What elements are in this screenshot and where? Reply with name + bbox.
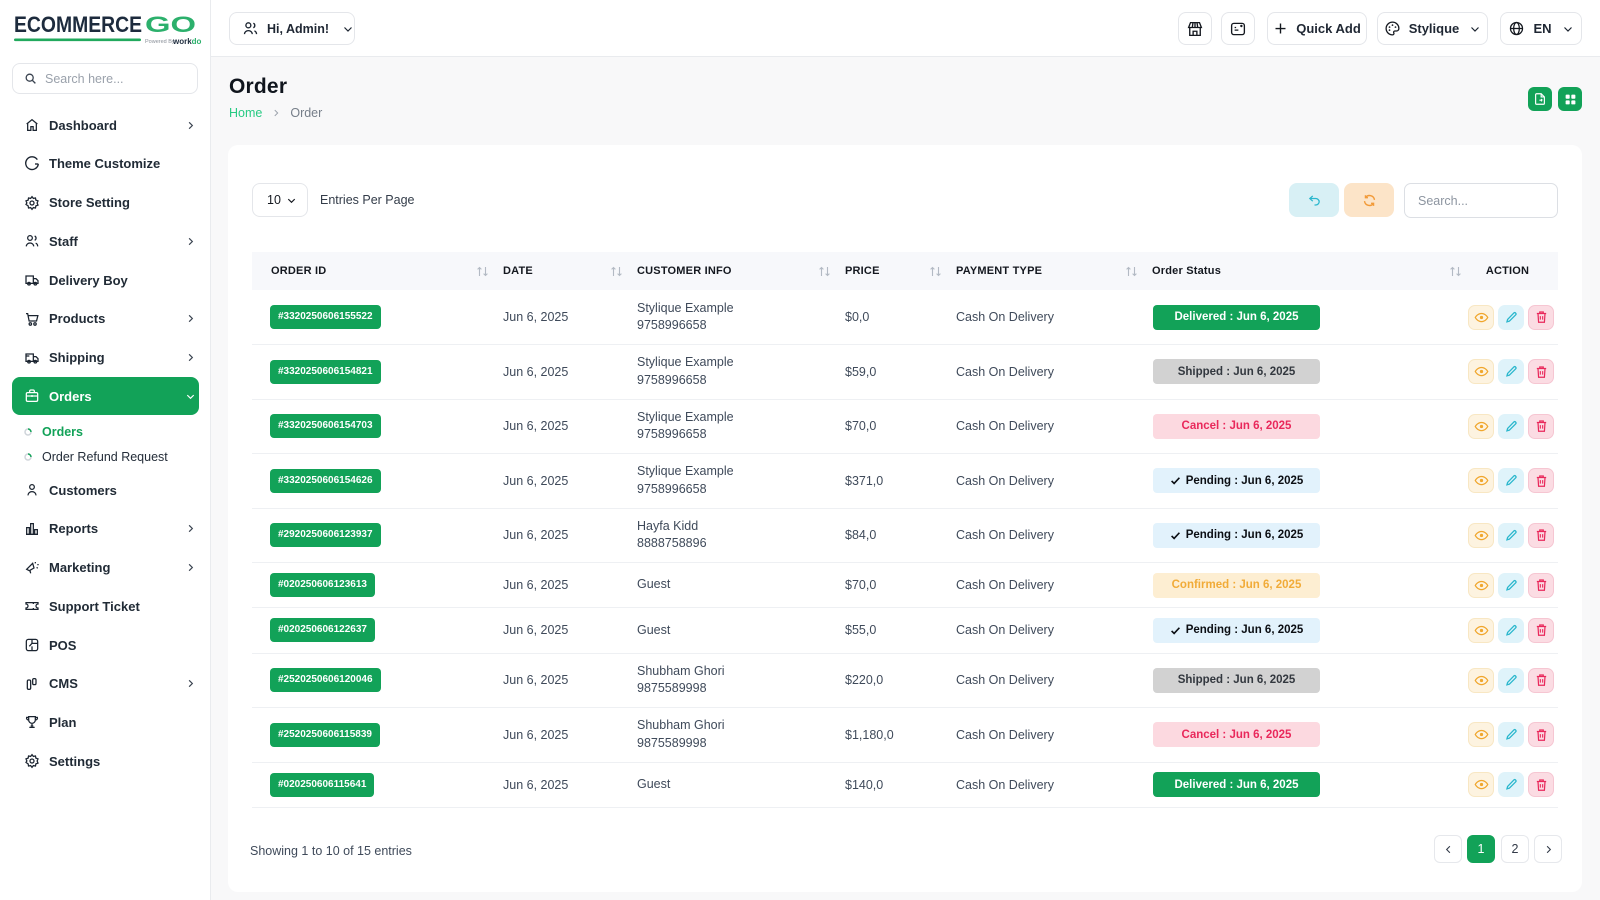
svg-text:workdo: workdo — [172, 37, 202, 46]
svg-text:ECOMMERCE: ECOMMERCE — [14, 14, 142, 37]
svg-text:GO: GO — [145, 14, 196, 37]
svg-text:Powered By: Powered By — [145, 39, 175, 45]
